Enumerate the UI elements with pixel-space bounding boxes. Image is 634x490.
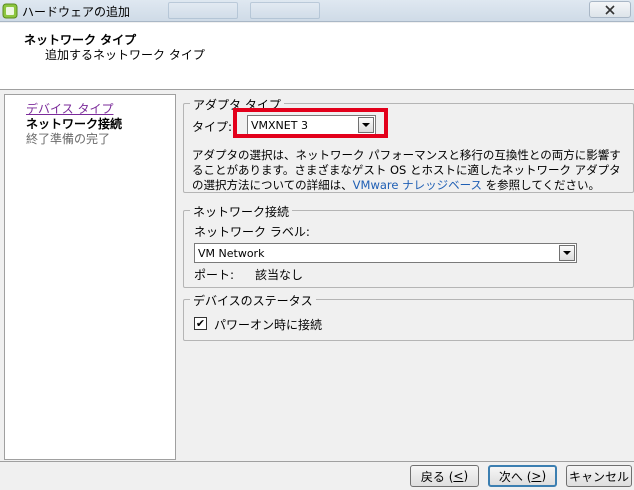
cancel-button[interactable]: キャンセル: [566, 465, 632, 487]
power-on-connect-checkbox[interactable]: ✔: [194, 317, 207, 330]
adapter-type-description: アダプタの選択は、ネットワーク パフォーマンスと移行の互換性との両方に影響するこ…: [192, 148, 624, 193]
background-button-ghost: [250, 2, 320, 19]
device-status-legend: デバイスのステータス: [190, 292, 316, 309]
network-label-value: VM Network: [198, 247, 265, 260]
page-subtitle: 追加するネットワーク タイプ: [45, 48, 205, 62]
power-on-connect-label[interactable]: パワーオン時に接続: [214, 316, 322, 333]
network-connection-group: ネットワーク接続 ネットワーク ラベル: VM Network ポート: 該当な…: [183, 203, 634, 288]
bottom-separator: [0, 461, 634, 462]
window-title: ハードウェアの追加: [22, 5, 131, 19]
back-button-mnemonic: <: [453, 469, 464, 483]
vsphere-app-icon: [2, 3, 18, 19]
next-button[interactable]: 次へ (>): [488, 465, 557, 487]
next-button-label-end: ): [541, 469, 547, 483]
wizard-header: ネットワーク タイプ 追加するネットワーク タイプ: [0, 23, 634, 90]
next-button-label: 次へ (: [498, 469, 532, 484]
back-button-label-end: ): [463, 469, 469, 483]
device-status-group: デバイスのステータス ✔ パワーオン時に接続: [183, 292, 634, 341]
highlight-annotation: [233, 108, 388, 138]
adapter-type-label: タイプ:: [192, 120, 233, 134]
background-button-ghost: [168, 2, 238, 19]
port-label: ポート:: [194, 268, 235, 282]
network-connection-legend: ネットワーク接続: [190, 203, 293, 220]
description-text-end: を参照してください。: [482, 178, 600, 192]
nav-item-ready-to-complete: 終了準備の完了: [26, 132, 111, 146]
next-button-mnemonic: >: [531, 469, 542, 483]
port-value: 該当なし: [255, 268, 304, 282]
network-label-select[interactable]: VM Network: [194, 243, 577, 263]
vmware-kb-link[interactable]: VMware ナレッジベース: [353, 178, 482, 192]
network-label-label: ネットワーク ラベル:: [194, 225, 310, 239]
close-icon: [605, 4, 615, 15]
title-bar: ハードウェアの追加: [0, 0, 634, 22]
back-button[interactable]: 戻る (<): [410, 465, 479, 487]
close-button[interactable]: [589, 1, 631, 18]
dropdown-arrow-icon[interactable]: [559, 245, 575, 261]
wizard-steps-nav: デバイス タイプ ネットワーク接続 終了準備の完了: [4, 94, 176, 460]
back-button-label: 戻る (: [420, 469, 454, 484]
